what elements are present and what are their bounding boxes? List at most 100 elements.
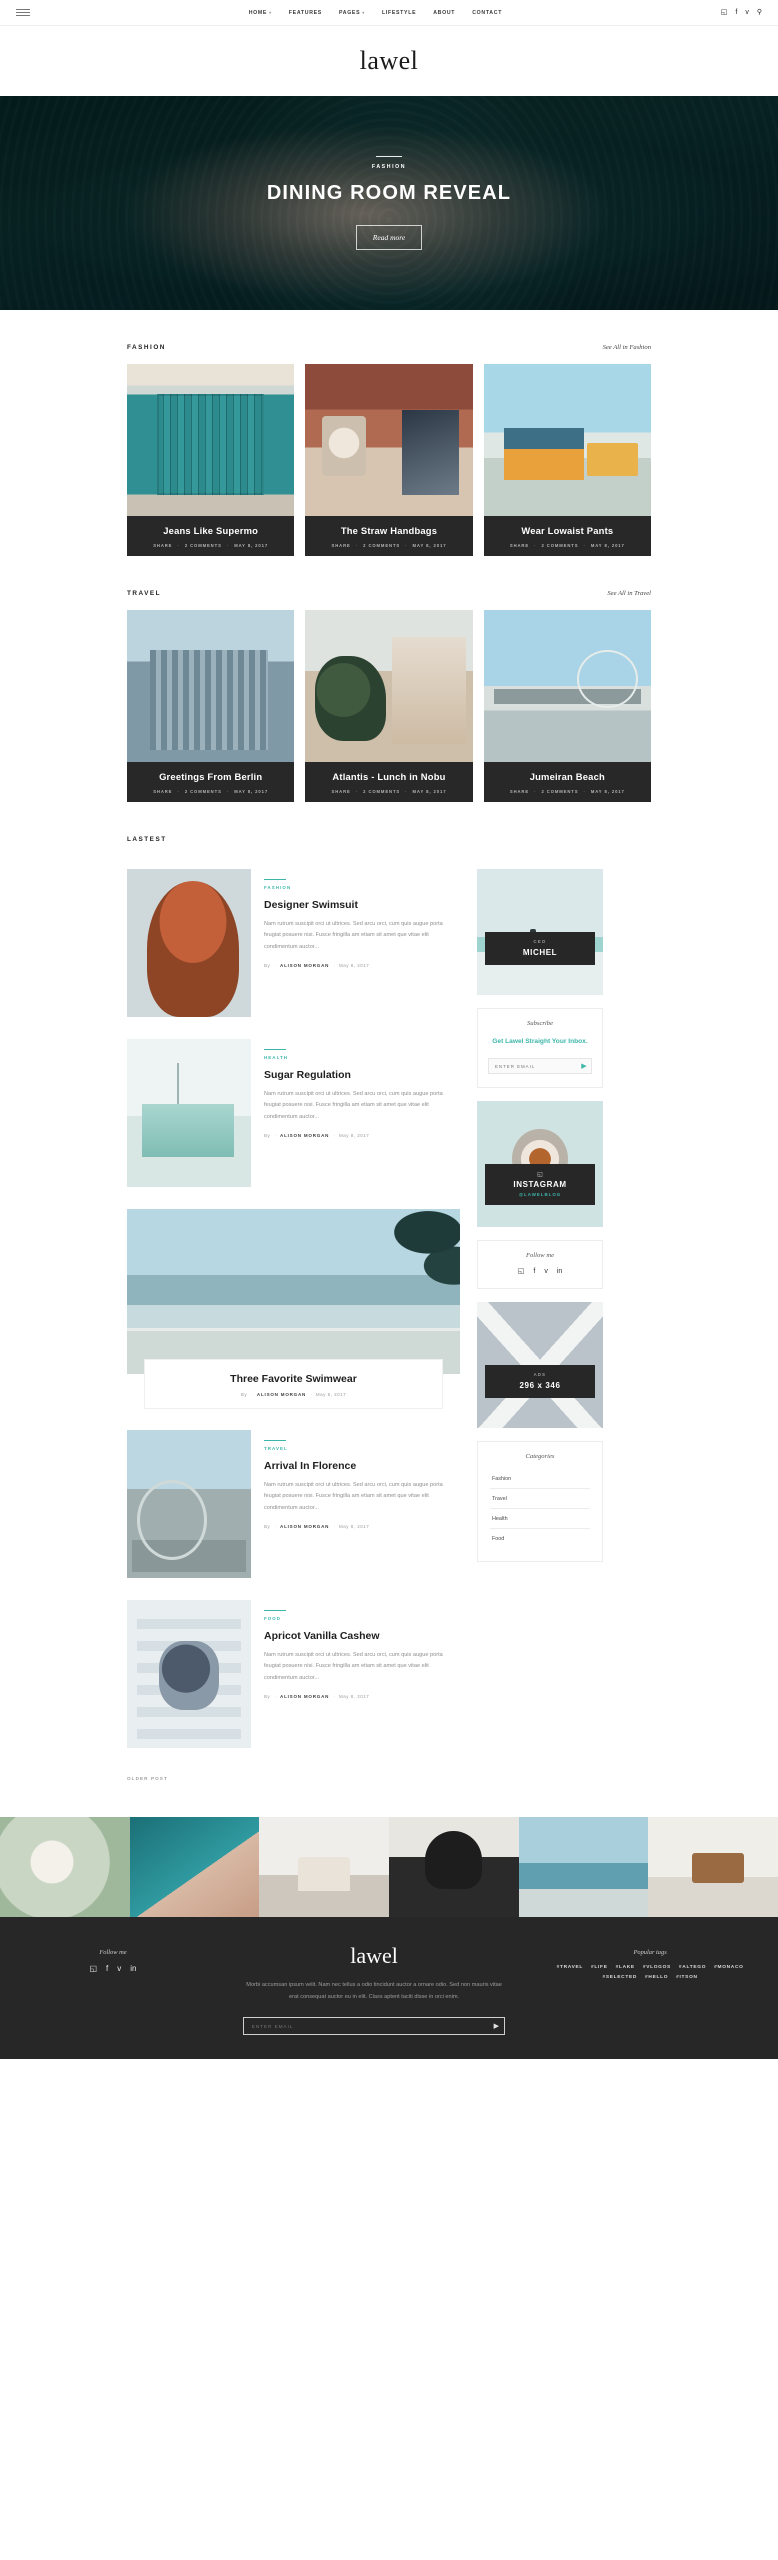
comments-count[interactable]: 2 COMMENTS (542, 543, 579, 548)
category-item[interactable]: Health (490, 1509, 590, 1530)
instagram-icon[interactable]: ◱ (518, 1268, 525, 1275)
instagram-photo-tile[interactable] (0, 1817, 130, 1917)
footer-subscribe-button[interactable]: ▶ (488, 2022, 504, 2030)
post-card-image[interactable] (305, 610, 473, 762)
twitter-icon[interactable]: ᴠ (544, 1268, 548, 1275)
post-title[interactable]: Apricot Vanilla Cashew (264, 1630, 460, 1642)
post-author[interactable]: ALISON MORGAN (257, 1392, 306, 1397)
instagram-photo-tile[interactable] (259, 1817, 390, 1917)
hamburger-icon[interactable] (16, 9, 30, 16)
post-card-image[interactable] (483, 364, 651, 516)
comments-count[interactable]: 2 COMMENTS (363, 543, 400, 548)
ads-widget[interactable]: ADS 296 x 346 (477, 1302, 603, 1429)
comments-count[interactable]: 2 COMMENTS (185, 789, 222, 794)
hero-category[interactable]: FASHION (372, 164, 406, 170)
post-card[interactable]: Wear Lowaist Pants SHARE · 2 COMMENTS · … (483, 364, 651, 556)
featured-post[interactable]: Three Favorite Swimwear By · ALISON MORGA… (127, 1209, 460, 1408)
post-author[interactable]: ALISON MORGAN (280, 1694, 329, 1699)
comments-count[interactable]: 2 COMMENTS (542, 789, 579, 794)
post-thumbnail[interactable] (127, 1600, 251, 1748)
instagram-icon[interactable]: ◱ (721, 9, 728, 16)
footer-tag[interactable]: #ALTEGO (679, 1965, 706, 1970)
post-card-title[interactable]: The Straw Handbags (311, 525, 466, 536)
hero-read-more-button[interactable]: Read more (355, 225, 423, 250)
subscribe-email-input[interactable] (489, 1063, 577, 1069)
post-title[interactable]: Sugar Regulation (264, 1069, 460, 1081)
post-author[interactable]: ALISON MORGAN (280, 963, 329, 968)
instagram-photo-tile[interactable] (648, 1817, 778, 1917)
older-post-link[interactable]: OLDER POST (127, 1770, 460, 1817)
footer-email-input[interactable] (243, 2023, 489, 2029)
footer-tag[interactable]: #HELLO (645, 1975, 668, 1980)
post-card-image[interactable] (305, 364, 473, 516)
post-card[interactable]: Atlantis - Lunch in Nobu SHARE · 2 COMME… (305, 610, 473, 802)
post-list-item[interactable]: TRAVEL Arrival In Florence Nam rutrum su… (127, 1430, 460, 1578)
post-card[interactable]: The Straw Handbags SHARE · 2 COMMENTS · … (305, 364, 473, 556)
instagram-photo-tile[interactable] (518, 1817, 649, 1917)
footer-tag[interactable]: #LAKE (616, 1965, 635, 1970)
footer-logo[interactable]: lawel (210, 1943, 538, 1969)
post-category[interactable]: FASHION (264, 885, 460, 890)
post-thumbnail[interactable] (127, 1430, 251, 1578)
facebook-icon[interactable]: f (533, 1268, 535, 1275)
share-label[interactable]: SHARE (153, 543, 172, 548)
share-label[interactable]: SHARE (510, 543, 529, 548)
search-icon[interactable]: ⚲ (757, 9, 762, 16)
post-card-title[interactable]: Greetings From Berlin (133, 771, 288, 782)
twitter-icon[interactable]: ᴠ (745, 9, 749, 16)
linkedin-icon[interactable]: in (130, 1965, 136, 1973)
section-see-all-link[interactable]: See All in Travel (607, 590, 651, 597)
site-logo[interactable]: lawel (360, 46, 419, 76)
comments-count[interactable]: 2 COMMENTS (185, 543, 222, 548)
featured-post-image[interactable] (127, 1209, 460, 1374)
share-label[interactable]: SHARE (510, 789, 529, 794)
footer-tag[interactable]: #MONACO (714, 1965, 743, 1970)
footer-tag[interactable]: #LIFE (591, 1965, 608, 1970)
twitter-icon[interactable]: ᴠ (117, 1965, 121, 1973)
post-card[interactable]: Jeans Like Supermo SHARE · 2 COMMENTS · … (127, 364, 295, 556)
share-label[interactable]: SHARE (332, 789, 351, 794)
nav-item-lifestyle[interactable]: LIFESTYLE (382, 10, 416, 16)
nav-item-features[interactable]: FEATURES (289, 10, 322, 16)
post-title[interactable]: Arrival In Florence (264, 1460, 460, 1472)
post-title[interactable]: Three Favorite Swimwear (155, 1373, 432, 1385)
footer-tag[interactable]: #VLOGOS (643, 1965, 671, 1970)
nav-item-contact[interactable]: CONTACT (472, 10, 502, 16)
instagram-photo-tile[interactable] (389, 1817, 519, 1917)
section-see-all-link[interactable]: See All in Fashion (603, 344, 651, 351)
subscribe-form[interactable]: ▶ (488, 1058, 592, 1075)
post-list-item[interactable]: FOOD Apricot Vanilla Cashew Nam rutrum s… (127, 1600, 460, 1748)
post-card-title[interactable]: Atlantis - Lunch in Nobu (311, 771, 466, 782)
post-category[interactable]: FOOD (264, 1616, 460, 1621)
footer-newsletter-form[interactable]: ▶ (242, 2017, 506, 2036)
post-list-item[interactable]: FASHION Designer Swimsuit Nam rutrum sus… (127, 869, 460, 1017)
post-card-image[interactable] (127, 364, 295, 516)
instagram-icon[interactable]: ◱ (89, 1965, 97, 1973)
post-title[interactable]: Designer Swimsuit (264, 899, 460, 911)
footer-tag[interactable]: #ITSON (676, 1975, 698, 1980)
comments-count[interactable]: 2 COMMENTS (363, 789, 400, 794)
share-label[interactable]: SHARE (153, 789, 172, 794)
post-card[interactable]: Jumeiran Beach SHARE · 2 COMMENTS · MAY … (483, 610, 651, 802)
post-category[interactable]: TRAVEL (264, 1446, 460, 1451)
category-item[interactable]: Travel (490, 1489, 590, 1510)
post-author[interactable]: ALISON MORGAN (280, 1524, 329, 1529)
post-list-item[interactable]: HEALTH Sugar Regulation Nam rutrum susci… (127, 1039, 460, 1187)
post-card-title[interactable]: Jeans Like Supermo (133, 525, 288, 536)
post-card-image[interactable] (483, 610, 651, 762)
nav-item-about[interactable]: ABOUT (433, 10, 455, 16)
facebook-icon[interactable]: f (735, 9, 737, 16)
subscribe-submit-button[interactable]: ▶ (577, 1062, 591, 1070)
post-card-title[interactable]: Wear Lowaist Pants (490, 525, 645, 536)
instagram-widget[interactable]: ◱ INSTAGRAM @LAWELBLOG (477, 1101, 603, 1228)
category-item[interactable]: Fashion (490, 1469, 590, 1490)
nav-item-pages[interactable]: PAGES ▾ (339, 10, 365, 16)
share-label[interactable]: SHARE (332, 543, 351, 548)
footer-tag[interactable]: #SELECTED (602, 1975, 637, 1980)
post-card[interactable]: Greetings From Berlin SHARE · 2 COMMENTS… (127, 610, 295, 802)
instagram-photo-tile[interactable] (129, 1817, 260, 1917)
instagram-handle[interactable]: @LAWELBLOG (489, 1192, 591, 1197)
post-card-title[interactable]: Jumeiran Beach (490, 771, 645, 782)
linkedin-icon[interactable]: in (557, 1268, 562, 1275)
nav-item-home[interactable]: HOME ▾ (249, 10, 272, 16)
